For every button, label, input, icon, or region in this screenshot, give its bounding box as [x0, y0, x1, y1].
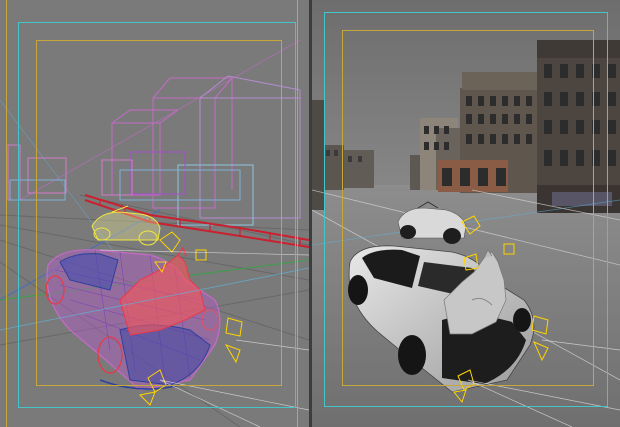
shaded-scene — [312, 0, 620, 427]
mustang-wireframe — [45, 246, 221, 391]
wireframe-scene — [0, 39, 309, 427]
roadster-wireframe — [91, 205, 161, 246]
viewport-wireframe[interactable] — [0, 0, 309, 427]
viewport-shaded[interactable] — [312, 0, 620, 427]
dual-viewport-app — [0, 0, 620, 427]
